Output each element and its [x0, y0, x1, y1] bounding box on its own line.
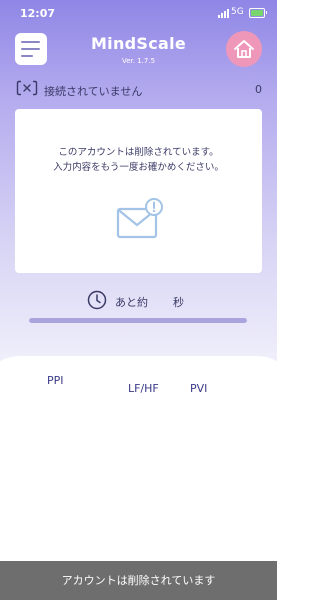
metric-lfhf-label: LF/HF: [128, 382, 159, 395]
time-remaining-label: あと約: [115, 296, 148, 309]
progress-bar-fill: [29, 318, 247, 323]
message-card: このアカウントは削除されています。 入力内容をもう一度お確かめください。: [15, 109, 262, 273]
mail-alert-icon: [116, 198, 163, 239]
home-button[interactable]: [226, 31, 262, 67]
progress-bar: [29, 318, 247, 323]
message-line-1: このアカウントは削除されています。: [58, 147, 219, 158]
connection-status: 接続されていません 0: [16, 80, 262, 98]
battery-icon: [249, 8, 267, 18]
metric-pvi-label: PVI: [190, 382, 208, 395]
home-icon: [234, 40, 254, 58]
toast-message: アカウントは削除されています: [0, 561, 277, 600]
seconds-unit: 秒: [173, 296, 184, 309]
message-text: このアカウントは削除されています。 入力内容をもう一度お確かめください。: [15, 145, 262, 175]
status-time: 12:07: [20, 7, 56, 20]
connection-status-text: 接続されていません: [44, 85, 143, 98]
message-line-2: 入力内容をもう一度お確かめください。: [53, 162, 224, 173]
network-type: 5G: [231, 7, 244, 17]
signal-icon: [218, 9, 229, 18]
metric-ppi-label: PPI: [47, 374, 64, 387]
status-bar: 12:07 5G: [0, 0, 277, 24]
connection-count: 0: [255, 83, 262, 96]
disconnected-icon: [16, 80, 38, 96]
app-screen: 12:07 5G MindScale Ver. 1.7.5 接続されていません …: [0, 0, 277, 600]
clock-icon: [87, 290, 107, 310]
timer: あと約 秒: [87, 290, 197, 312]
